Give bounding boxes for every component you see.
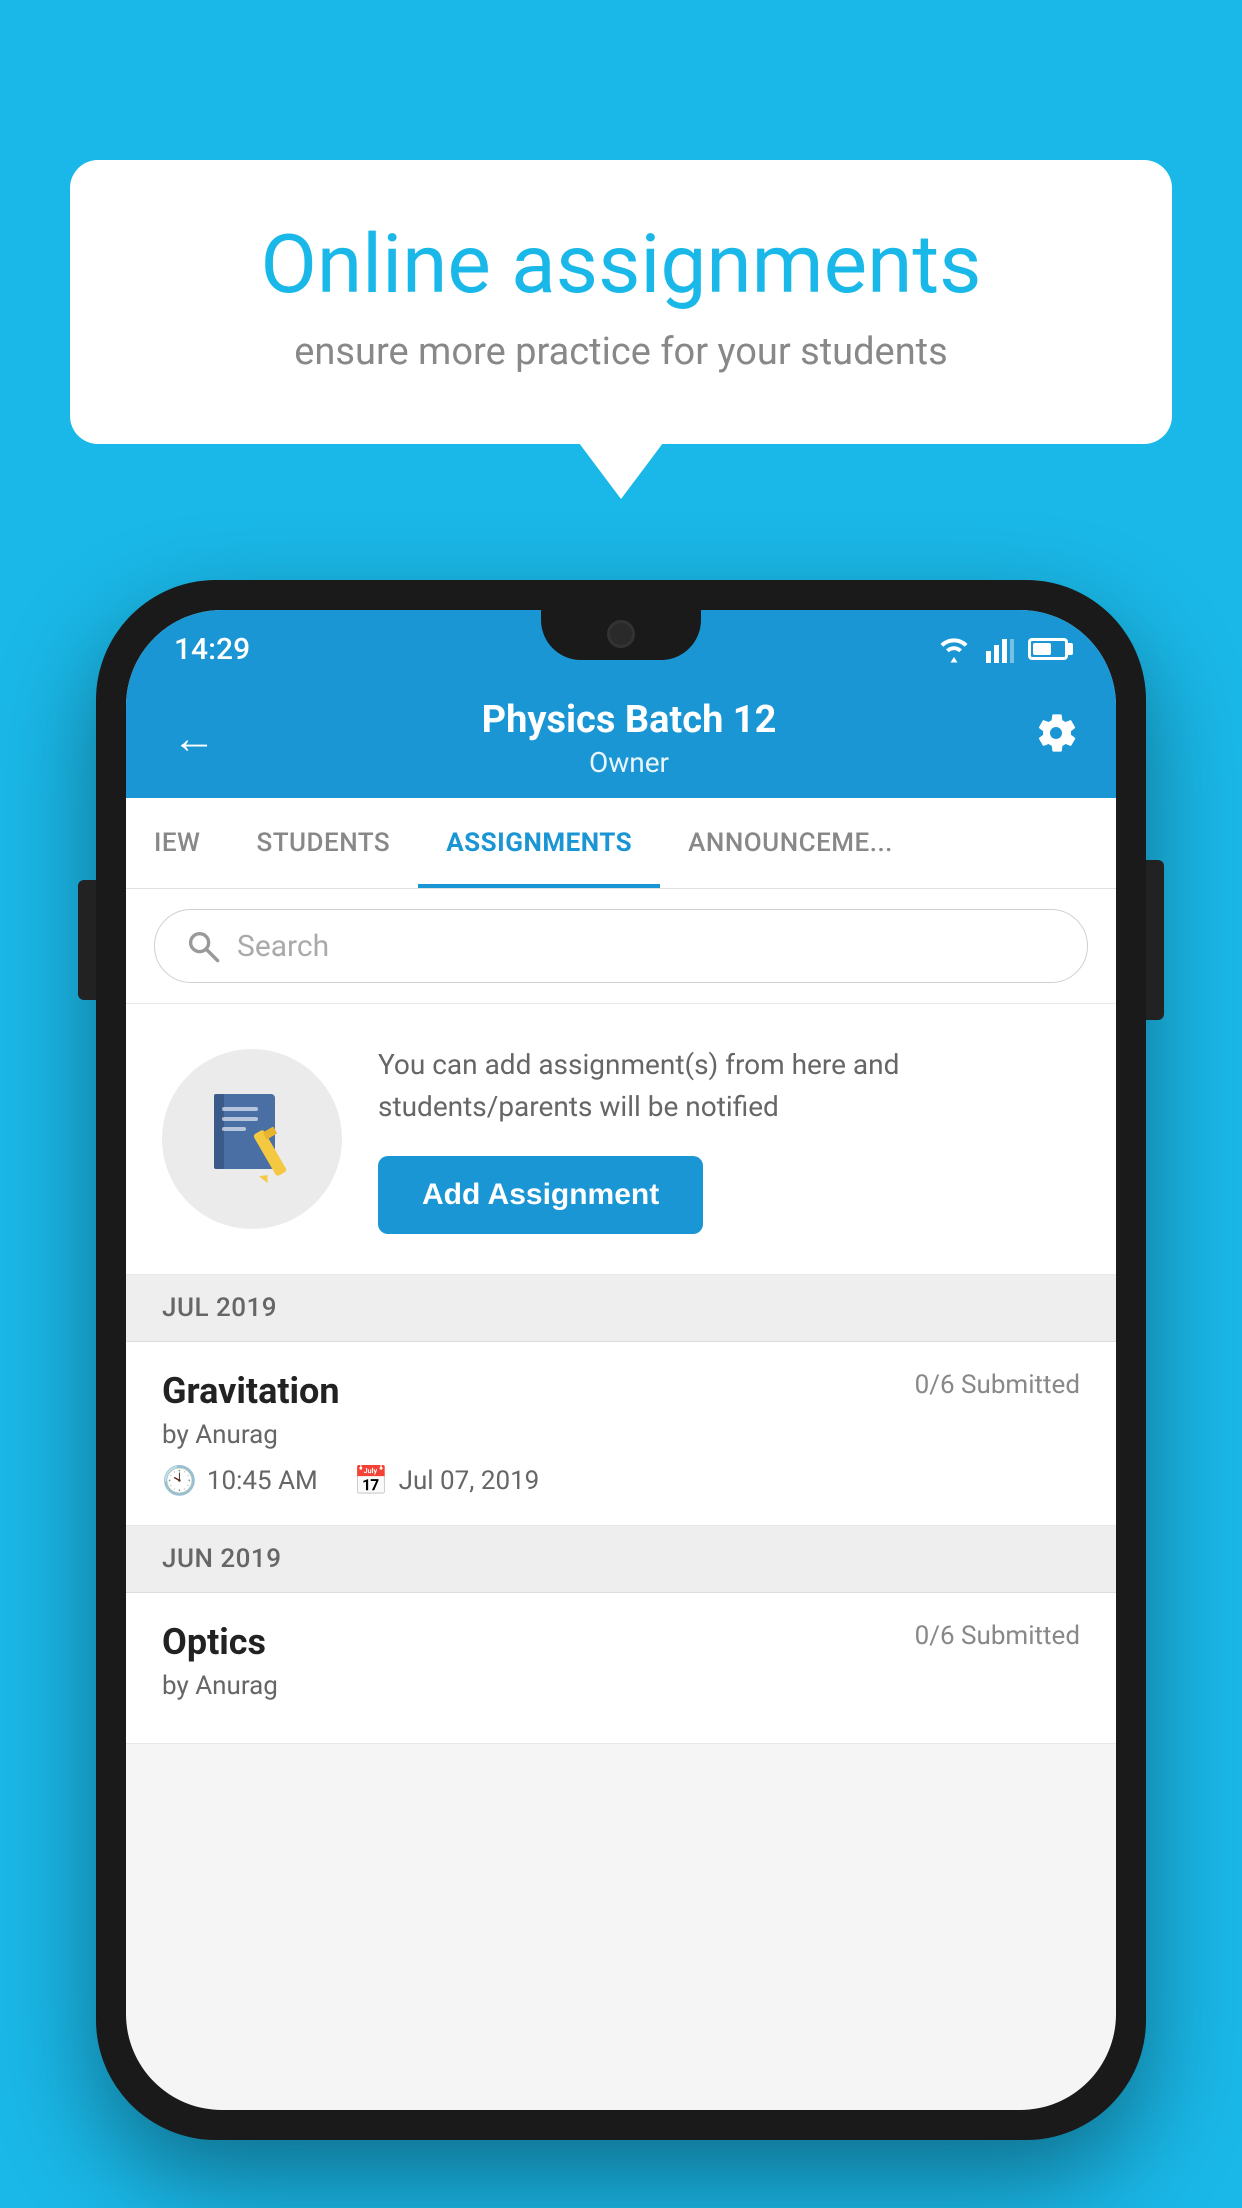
clock-icon: 🕙 xyxy=(162,1464,197,1497)
promo-section: You can add assignment(s) from here and … xyxy=(126,1004,1116,1275)
calendar-icon: 📅 xyxy=(354,1464,389,1497)
promo-icon-circle xyxy=(162,1049,342,1229)
assignment-item-optics[interactable]: Optics 0/6 Submitted by Anurag xyxy=(126,1593,1116,1744)
assignment-submitted-optics: 0/6 Submitted xyxy=(915,1621,1080,1651)
search-input-wrapper[interactable]: Search xyxy=(154,909,1088,983)
phone-power-button xyxy=(1146,860,1164,1020)
phone-camera xyxy=(607,620,635,648)
assignment-title: Gravitation xyxy=(162,1370,340,1412)
promo-description: You can add assignment(s) from here and … xyxy=(378,1044,1080,1128)
assignment-header: Gravitation 0/6 Submitted xyxy=(162,1370,1080,1412)
month-header-jul: JUL 2019 xyxy=(126,1275,1116,1342)
notebook-icon xyxy=(202,1089,302,1189)
phone-frame: 14:29 xyxy=(96,580,1146,2140)
phone-volume-button xyxy=(78,880,96,1000)
speech-bubble-title: Online assignments xyxy=(140,220,1102,310)
assignment-time: 🕙 10:45 AM xyxy=(162,1464,318,1497)
assignment-header-optics: Optics 0/6 Submitted xyxy=(162,1621,1080,1663)
tab-assignments[interactable]: ASSIGNMENTS xyxy=(418,798,660,888)
tab-iew[interactable]: IEW xyxy=(126,798,228,888)
assignment-meta: 🕙 10:45 AM 📅 Jul 07, 2019 xyxy=(162,1464,1080,1497)
phone-screen: 14:29 xyxy=(126,610,1116,2110)
assignment-author-optics: by Anurag xyxy=(162,1671,1080,1701)
signal-icon xyxy=(986,635,1014,663)
status-icons xyxy=(936,635,1068,663)
speech-bubble-container: Online assignments ensure more practice … xyxy=(70,160,1172,444)
wifi-icon xyxy=(936,635,972,663)
battery-fill xyxy=(1033,643,1051,655)
search-icon xyxy=(185,928,221,964)
battery-icon xyxy=(1028,638,1068,660)
speech-bubble: Online assignments ensure more practice … xyxy=(70,160,1172,444)
assignment-author: by Anurag xyxy=(162,1420,1080,1450)
tab-announcements[interactable]: ANNOUNCEME... xyxy=(660,798,921,888)
tabs-container: IEW STUDENTS ASSIGNMENTS ANNOUNCEME... xyxy=(126,798,1116,889)
speech-bubble-subtitle: ensure more practice for your students xyxy=(140,330,1102,374)
tab-students[interactable]: STUDENTS xyxy=(228,798,418,888)
assignment-submitted: 0/6 Submitted xyxy=(915,1370,1080,1400)
month-header-jun: JUN 2019 xyxy=(126,1526,1116,1593)
assignment-title-optics: Optics xyxy=(162,1621,266,1663)
app-bar: ← Physics Batch 12 Owner xyxy=(126,678,1116,798)
assignment-item-gravitation[interactable]: Gravitation 0/6 Submitted by Anurag 🕙 10… xyxy=(126,1342,1116,1526)
status-time: 14:29 xyxy=(174,632,250,667)
assignment-date: 📅 Jul 07, 2019 xyxy=(354,1464,540,1497)
app-bar-title-group: Physics Batch 12 Owner xyxy=(482,698,777,779)
search-container: Search xyxy=(126,889,1116,1004)
back-button[interactable]: ← xyxy=(162,702,226,774)
search-placeholder: Search xyxy=(237,929,329,964)
app-bar-subtitle: Owner xyxy=(482,746,777,779)
phone-notch xyxy=(541,610,701,660)
promo-content: You can add assignment(s) from here and … xyxy=(378,1044,1080,1234)
settings-button[interactable] xyxy=(1032,709,1080,768)
add-assignment-button[interactable]: Add Assignment xyxy=(378,1156,703,1234)
app-bar-title: Physics Batch 12 xyxy=(482,698,777,742)
phone-device: 14:29 xyxy=(96,580,1146,2140)
